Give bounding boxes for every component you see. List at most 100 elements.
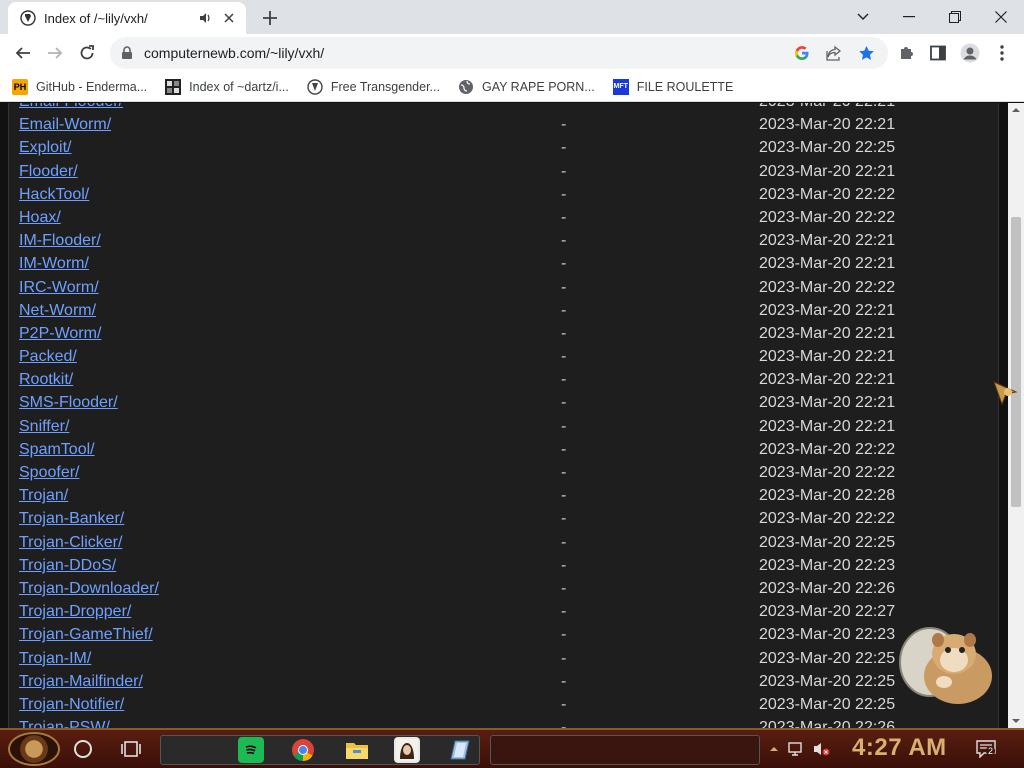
directory-link[interactable]: Exploit/: [19, 139, 71, 157]
directory-link[interactable]: SpamTool/: [19, 441, 95, 459]
spotify-icon[interactable]: [238, 737, 264, 763]
restore-button[interactable]: [932, 0, 978, 34]
cortana-icon[interactable]: [74, 740, 92, 758]
scroll-down-icon[interactable]: [1012, 717, 1020, 725]
directory-link[interactable]: P2P-Worm/: [19, 325, 101, 343]
bookmark-github[interactable]: PH GitHub - Enderma...: [12, 78, 147, 95]
directory-link[interactable]: Spoofer/: [19, 464, 79, 482]
file-size: -: [561, 103, 566, 111]
file-explorer-icon[interactable]: [344, 737, 370, 763]
directory-link[interactable]: Trojan-IM/: [19, 650, 91, 668]
directory-link[interactable]: Net-Worm/: [19, 302, 96, 320]
task-view-icon[interactable]: [120, 738, 142, 760]
scrollbar-thumb[interactable]: [1011, 217, 1021, 507]
last-modified: 2023-Mar-20 22:21: [759, 348, 896, 366]
bookmark-star-icon[interactable]: [856, 43, 876, 63]
file-size: -: [561, 626, 567, 644]
directory-link[interactable]: Trojan-Mailfinder/: [19, 673, 143, 691]
taskbar-empty-area: [490, 735, 760, 765]
mft-icon: MFT: [612, 78, 629, 95]
directory-link[interactable]: IM-Flooder/: [19, 232, 101, 250]
listing-row: Rootkit/ - 2023-Mar-20 22:21: [9, 369, 998, 392]
directory-link[interactable]: Trojan-Downloader/: [19, 580, 159, 598]
browser-menu-icon[interactable]: [992, 43, 1012, 63]
speaker-icon[interactable]: [196, 9, 214, 27]
last-modified: 2023-Mar-20 22:26: [759, 579, 896, 597]
directory-link[interactable]: HackTool/: [19, 186, 89, 204]
last-modified: 2023-Mar-20 22:25: [759, 695, 896, 713]
directory-link[interactable]: Trojan-Banker/: [19, 510, 124, 528]
side-panel-icon[interactable]: [928, 43, 948, 63]
glass-app-icon[interactable]: [448, 737, 474, 763]
last-modified: 2023-Mar-20 22:21: [759, 301, 896, 319]
directory-link[interactable]: Trojan-PSW/: [19, 719, 110, 728]
bookmark-file-roulette[interactable]: MFT FILE ROULETTE: [612, 78, 733, 95]
directory-link[interactable]: Flooder/: [19, 163, 78, 181]
tab-search-button[interactable]: [840, 0, 886, 34]
browser-tab[interactable]: Index of /~lily/vxh/: [8, 2, 246, 34]
tab-close-icon[interactable]: [220, 9, 238, 27]
profile-avatar-icon[interactable]: [960, 43, 980, 63]
listing-row: Trojan-Banker/ - 2023-Mar-20 22:22: [9, 508, 998, 531]
portrait-app-icon[interactable]: [394, 737, 420, 763]
page-scrollbar[interactable]: [1008, 103, 1024, 728]
last-modified: 2023-Mar-20 22:28: [759, 487, 896, 505]
notification-center-icon[interactable]: 2: [974, 740, 998, 758]
start-button[interactable]: [8, 732, 60, 766]
share-icon[interactable]: [824, 43, 844, 63]
directory-link[interactable]: Hoax/: [19, 209, 61, 227]
directory-link[interactable]: Trojan/: [19, 487, 68, 505]
directory-link[interactable]: IRC-Worm/: [19, 279, 99, 297]
new-tab-button[interactable]: [256, 5, 284, 31]
forward-button[interactable]: [40, 38, 70, 68]
directory-link[interactable]: Packed/: [19, 348, 77, 366]
directory-link[interactable]: SMS-Flooder/: [19, 394, 118, 412]
taskbar-clock[interactable]: 4:27 AM: [852, 734, 947, 762]
extensions-puzzle-icon[interactable]: [896, 43, 916, 63]
reload-button[interactable]: [72, 38, 102, 68]
directory-link[interactable]: Trojan-GameThief/: [19, 626, 153, 644]
file-size: -: [561, 603, 567, 621]
close-window-button[interactable]: [978, 0, 1024, 34]
minimize-button[interactable]: [886, 0, 932, 34]
back-button[interactable]: [8, 38, 38, 68]
bookmark-index-dartz[interactable]: Index of ~dartz/i...: [165, 78, 289, 95]
listing-row: Email-Flooder/ - 2023-Mar-20 22:21: [9, 103, 998, 114]
arrow-right-icon: [48, 47, 63, 59]
listing-row: Spoofer/ - 2023-Mar-20 22:22: [9, 462, 998, 485]
last-modified: 2023-Mar-20 22:25: [759, 533, 896, 551]
listing-row: Trojan-Clicker/ - 2023-Mar-20 22:25: [9, 532, 998, 555]
last-modified: 2023-Mar-20 22:21: [759, 371, 896, 389]
network-icon[interactable]: [788, 740, 806, 758]
directory-link[interactable]: Trojan-Clicker/: [19, 534, 122, 552]
plus-icon: [263, 11, 277, 25]
directory-link[interactable]: Email-Worm/: [19, 116, 111, 134]
bookmark-gay[interactable]: GAY RAPE PORN...: [458, 79, 595, 95]
last-modified: 2023-Mar-20 22:21: [759, 162, 896, 180]
listing-row: Trojan/ - 2023-Mar-20 22:28: [9, 485, 998, 508]
file-size: -: [561, 695, 567, 713]
windows-taskbar: 4:27 AM 2: [0, 728, 1024, 768]
directory-link[interactable]: Trojan-Notifier/: [19, 696, 124, 714]
lock-icon[interactable]: [120, 46, 134, 60]
directory-link[interactable]: Rootkit/: [19, 371, 73, 389]
directory-link[interactable]: Email-Flooder/: [19, 103, 123, 111]
file-size: -: [561, 185, 567, 203]
google-lens-icon[interactable]: [792, 43, 812, 63]
volume-muted-icon[interactable]: [812, 740, 830, 758]
last-modified: 2023-Mar-20 22:23: [759, 556, 896, 574]
file-size: -: [561, 278, 567, 296]
animated-cursor-icon: [993, 381, 1018, 406]
last-modified: 2023-Mar-20 22:21: [759, 103, 895, 111]
taskbar-app-strip: [160, 735, 480, 765]
address-bar[interactable]: computernewb.com/~lily/vxh/: [110, 37, 888, 69]
scroll-up-icon[interactable]: [1012, 106, 1020, 114]
bookmark-free-transgender[interactable]: Free Transgender...: [307, 78, 440, 95]
tray-overflow-icon[interactable]: [770, 744, 778, 754]
directory-link[interactable]: Trojan-Dropper/: [19, 603, 131, 621]
tab-strip: Index of /~lily/vxh/: [0, 0, 1024, 34]
directory-link[interactable]: Trojan-DDoS/: [19, 557, 116, 575]
directory-link[interactable]: IM-Worm/: [19, 255, 89, 273]
directory-link[interactable]: Sniffer/: [19, 418, 69, 436]
chrome-icon[interactable]: [290, 737, 316, 763]
